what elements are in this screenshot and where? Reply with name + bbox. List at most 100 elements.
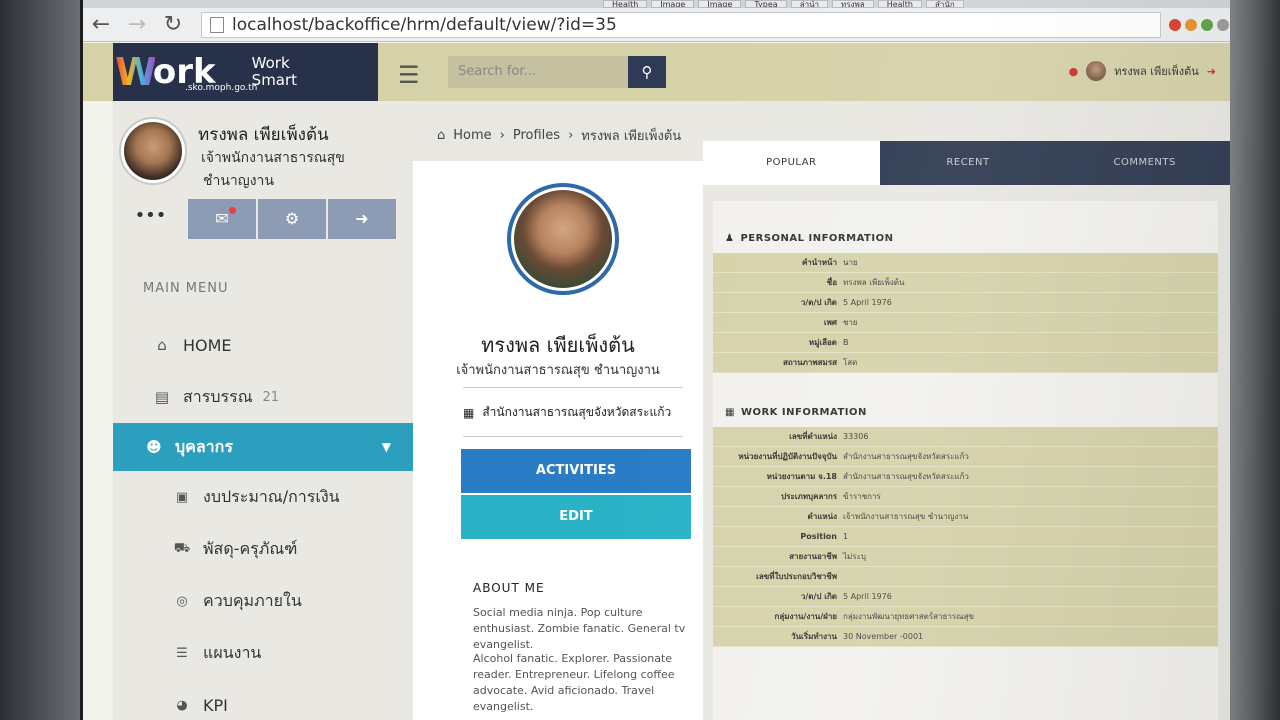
profile-card: ทรงพล เพียเพ็งต้น เจ้าพนักงานสาธารณสุข ช… — [413, 161, 703, 720]
profile-name: ทรงพล เพียเพ็งต้น — [481, 333, 635, 357]
table-row: สายงานอาชีพ ไม่ระบุ — [713, 547, 1218, 567]
divider — [463, 436, 683, 437]
sidebar-item-plans[interactable]: ☰ แผนงาน — [113, 627, 413, 679]
sidebar-item-label: งบประมาณ/การเงิน — [203, 486, 340, 506]
address-bar-text: localhost/backoffice/hrm/default/view/?i… — [232, 14, 617, 35]
table-row: กลุ่มงาน/งาน/ฝ่าย กลุ่มงานพัฒนายุทธศาสตร์… — [713, 607, 1218, 627]
field-value: 5 April 1976 — [843, 298, 892, 307]
breadcrumb-profiles[interactable]: Profiles — [513, 128, 560, 143]
profile-avatar[interactable] — [121, 119, 185, 183]
list-icon: ☰ — [176, 645, 188, 661]
money-icon: ▣ — [175, 489, 189, 505]
field-value: 30 November -0001 — [843, 632, 924, 641]
reload-icon[interactable]: ↻ — [155, 12, 191, 37]
tabs: POPULAR RECENT COMMENTS — [703, 141, 1230, 185]
field-label: หน่วยงานตาม จ.18 — [766, 472, 837, 481]
logout-button[interactable]: ➜ — [328, 199, 398, 239]
address-bar[interactable]: localhost/backoffice/hrm/default/view/?i… — [201, 11, 1161, 38]
notification-icon[interactable]: ● — [1069, 65, 1079, 78]
browser-tab[interactable]: Image — [651, 0, 695, 8]
activities-button[interactable]: ACTIVITIES — [461, 449, 691, 493]
browser-tab[interactable]: Image — [698, 0, 742, 8]
forward-arrow-icon[interactable]: → — [119, 12, 155, 37]
page-icon — [210, 16, 224, 33]
sidebar-item-kpi[interactable]: ◕ KPI — [113, 679, 413, 720]
field-label: หน่วยงานที่ปฏิบัติงานปัจจุบัน — [738, 452, 837, 461]
field-label: เพศ — [823, 318, 837, 327]
home-icon: ⌂ — [437, 128, 446, 143]
field-label: ชื่อ — [826, 278, 837, 287]
extension-icon[interactable] — [1185, 18, 1197, 31]
sidebar-item-documents[interactable]: ▤ สารบรรณ 21 — [113, 371, 413, 423]
sidebar-item-label: HOME — [183, 335, 232, 355]
field-value: สำนักงานสาธารณสุขจังหวัดสระแก้ว — [843, 452, 969, 461]
logo[interactable]: W ork .sko.moph.go.th Work Smart — [113, 43, 378, 101]
browser-tab[interactable]: สำนัก — [925, 0, 964, 8]
field-label: เลขที่ตำแหน่ง — [789, 432, 837, 441]
sidebar-item-supplies[interactable]: ⛟ พัสดุ-ครุภัณฑ์ — [113, 523, 413, 575]
browser-tab[interactable]: Typea — [745, 0, 787, 8]
sidebar: ทรงพล เพียเพ็งต้น เจ้าพนักงานสาธารณสุข ช… — [113, 101, 413, 720]
table-row: เลขที่ตำแหน่ง 33306 — [713, 427, 1218, 447]
divider — [463, 387, 683, 388]
about-text: Alcohol fanatic. Explorer. Passionate re… — [473, 652, 675, 713]
breadcrumb: ⌂ Home › Profiles › ทรงพล เพียเพ็งต้น — [437, 125, 681, 146]
table-row: สถานภาพสมรส โสด — [713, 353, 1218, 373]
sidebar-item-personnel[interactable]: ☻ บุคลากร ▼ — [113, 423, 413, 471]
chevron-right-icon: › — [499, 128, 505, 143]
sidebar-item-internal-control[interactable]: ◎ ควบคุมภายใน — [113, 575, 413, 627]
user-menu[interactable]: ● ทรงพล เพียเพ็งต้น ➜ — [1069, 61, 1216, 81]
personal-info-table: คำนำหน้า นาย ชื่อ ทรงพล เพียเพ็งต้น ว/ด/ป … — [713, 253, 1218, 373]
hamburger-menu-icon[interactable]: ☰ — [398, 61, 420, 89]
header-user-name[interactable]: ทรงพล เพียเพ็งต้น — [1114, 62, 1199, 80]
profile-org-text: สำนักงานสาธารณสุขจังหวัดสระแก้ว — [482, 405, 672, 419]
search-input[interactable]: Search for... — [448, 56, 628, 88]
sidebar-item-label: สารบรรณ — [183, 386, 253, 406]
table-row: หน่วยงานตาม จ.18 สำนักงานสาธารณสุขจังหวัด… — [713, 467, 1218, 487]
field-value: ไม่ระบุ — [843, 552, 866, 561]
browser-tab[interactable]: ล่าน้ำ — [790, 0, 829, 8]
field-label: ตำแหน่ง — [807, 512, 838, 521]
table-row: เพศ ชาย — [713, 313, 1218, 333]
tab-comments[interactable]: COMMENTS — [1056, 141, 1230, 185]
logout-icon[interactable]: ➜ — [1207, 65, 1216, 78]
edit-button[interactable]: EDIT — [461, 495, 691, 539]
breadcrumb-home[interactable]: Home — [453, 128, 491, 143]
sidebar-item-budget[interactable]: ▣ งบประมาณ/การเงิน — [113, 471, 413, 523]
briefcase-icon: ▦ — [463, 405, 475, 420]
back-arrow-icon[interactable]: ← — [83, 12, 119, 37]
field-value: B — [843, 338, 849, 347]
field-value: ชาย — [843, 318, 858, 327]
extension-icon[interactable] — [1169, 18, 1181, 31]
tab-popular[interactable]: POPULAR — [703, 141, 880, 185]
browser-window: Health Image Image Typea ล่าน้ำ ทรงพล He… — [80, 0, 1230, 720]
extension-icon[interactable] — [1217, 18, 1229, 31]
field-label: วันเริ่มทำงาน — [791, 632, 837, 641]
browser-tab[interactable]: Health — [877, 0, 922, 8]
field-value: 33306 — [843, 432, 869, 441]
profile-position: เจ้าพนักงานสาธารณสุข ชำนาญงาน — [456, 363, 660, 378]
logo-domain: .sko.moph.go.th — [185, 83, 258, 93]
mail-icon: ✉ — [215, 209, 229, 228]
avatar[interactable] — [1086, 61, 1107, 81]
count-badge: 21 — [262, 389, 280, 405]
search-icon: ⚲ — [641, 63, 653, 81]
info-panel: ♟ PERSONAL INFORMATION คำนำหน้า นาย ชื่อ ท… — [713, 201, 1218, 720]
tab-recent[interactable]: RECENT — [879, 141, 1057, 185]
sidebar-item-home[interactable]: ⌂ HOME — [113, 319, 413, 371]
extension-icon[interactable] — [1201, 18, 1213, 31]
breadcrumb-current: ทรงพล เพียเพ็งต้น — [581, 129, 682, 144]
mail-button[interactable]: ✉ — [188, 199, 258, 239]
search-button[interactable]: ⚲ — [628, 56, 666, 88]
about-text: Social media ninja. Pop culture enthusia… — [473, 606, 686, 651]
more-icon[interactable]: ••• — [113, 199, 188, 239]
browser-tab[interactable]: Health — [603, 0, 648, 8]
field-value: 1 — [843, 532, 849, 541]
settings-button[interactable]: ⚙ — [258, 199, 328, 239]
browser-tab[interactable]: ทรงพล — [832, 0, 874, 8]
field-label: หมู่เลือด — [808, 338, 837, 347]
sign-out-icon: ➜ — [355, 209, 369, 228]
logo-tagline-line1: Work — [251, 54, 290, 72]
document-icon: ▤ — [154, 388, 170, 406]
field-value: กลุ่มงานพัฒนายุทธศาสตร์สาธารณสุข — [843, 612, 974, 621]
